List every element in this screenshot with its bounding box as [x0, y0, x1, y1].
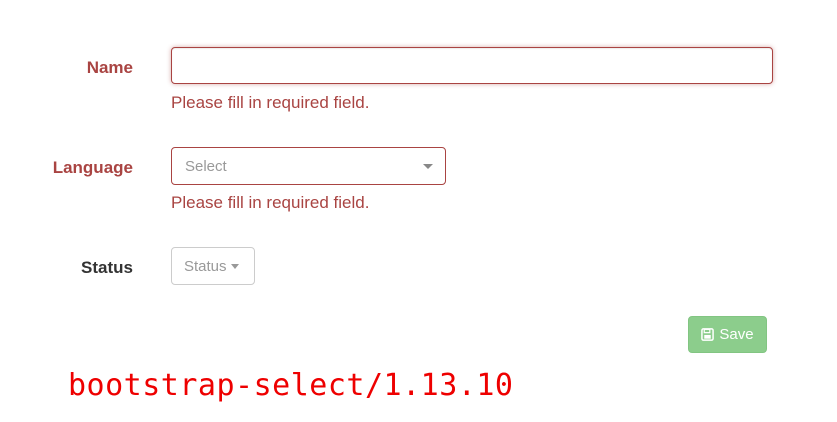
save-button-label: Save [719, 326, 754, 343]
language-label: Language [52, 158, 133, 177]
name-input[interactable] [171, 47, 773, 84]
status-select[interactable]: Status [171, 247, 255, 285]
language-select[interactable]: Select [171, 147, 446, 185]
caret-down-icon [230, 264, 239, 269]
floppy-disk-icon [701, 328, 715, 341]
version-label: bootstrap-select/1.13.10 [68, 368, 514, 403]
caret-down-icon [423, 163, 433, 169]
status-label: Status [81, 258, 133, 277]
language-help-text: Please fill in required field. [171, 193, 370, 212]
name-help-text: Please fill in required field. [171, 93, 370, 112]
language-select-placeholder: Select [185, 157, 227, 175]
name-label: Name [86, 58, 133, 77]
save-button[interactable]: Save [688, 316, 767, 353]
status-select-placeholder: Status [184, 257, 227, 275]
